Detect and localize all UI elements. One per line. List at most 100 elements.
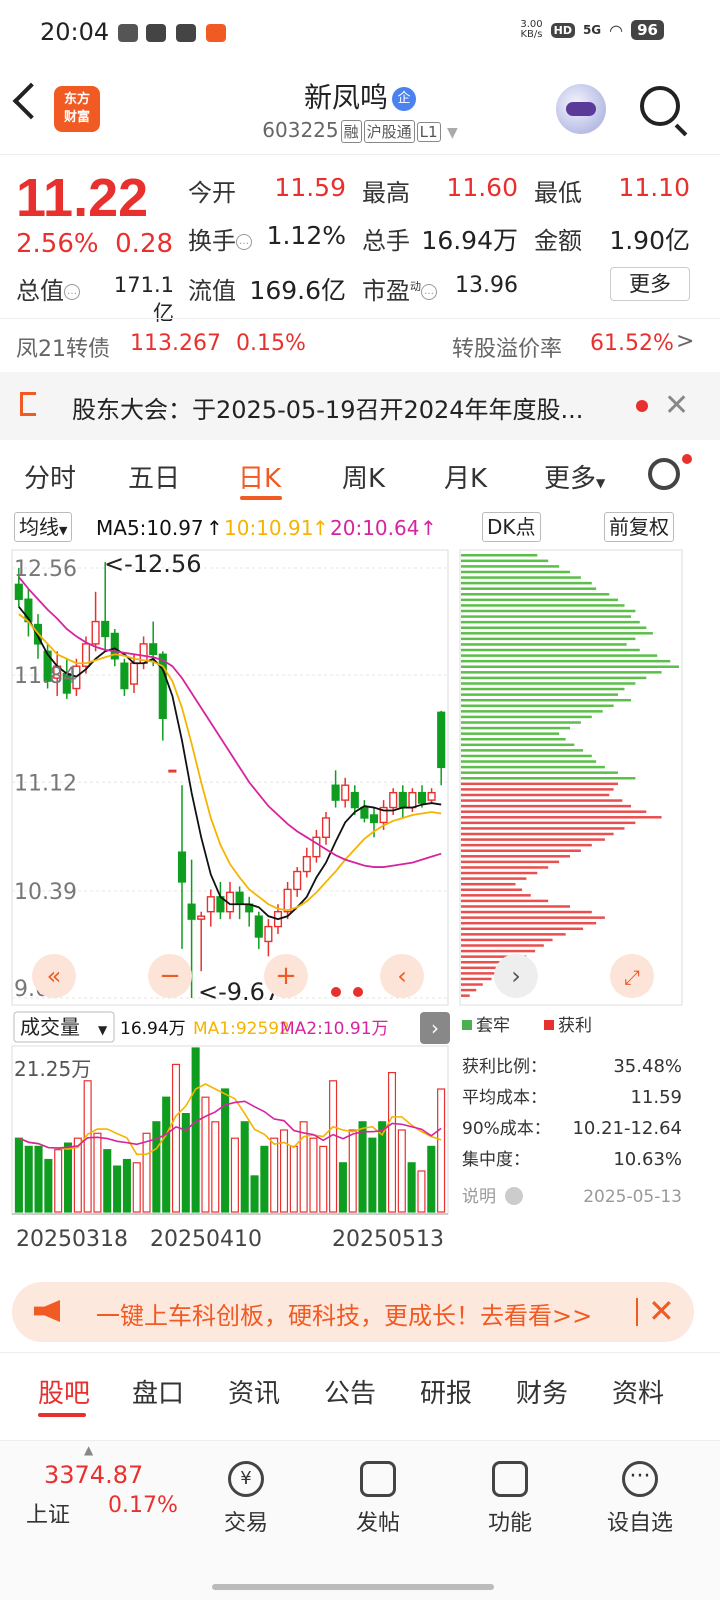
info-icon[interactable] [505,1187,523,1205]
enterprise-badge-icon: 企 [392,87,416,111]
candle-body [235,891,244,905]
tab-research[interactable]: 研报 [420,1373,472,1410]
chip-bar [461,843,592,847]
chip-bar [461,732,560,735]
notice-banner[interactable]: 股东大会：于2025-05-19召开2024年年度股... ✕ [0,372,720,440]
amount-value: 1.90亿 [609,226,690,255]
trade-label: 交易 [223,1511,268,1536]
chip-bar [461,905,570,908]
candle-body [206,896,215,913]
volume-bar [387,1071,397,1213]
candle-body [408,791,417,809]
trade-button[interactable]: ¥ 交易 [206,1461,286,1537]
ma10-value: 10:10.91 [224,516,314,540]
price-change: 2.56% 0.28 [16,229,173,259]
home-indicator[interactable] [212,1584,494,1590]
chip-bar [461,866,549,869]
active-tab-indicator [38,1413,86,1417]
chevron-right-icon: › [431,1016,439,1040]
turnover-label: 换手… [188,221,252,256]
close-icon[interactable]: ✕ [664,388,689,423]
promo-text: 一键上车科创板，硬科技，更成长！去看看>> [96,1302,593,1330]
chip-bar [461,871,538,875]
profit-ratio-value: 35.48% [613,1056,682,1077]
chip-bar [461,988,477,992]
ma-lines [18,576,442,921]
candle-body [168,769,177,773]
chip-bar [461,693,618,696]
tab-five-day[interactable]: 五日 [128,458,180,495]
promo-banner[interactable]: 一键上车科创板，硬科技，更成长！去看看>> ✕ [12,1282,694,1342]
hd-badge: HD [550,22,575,38]
convertible-bond-row[interactable]: 凤21转债 113.267 0.15% 转股溢价率 61.52% > [0,318,720,370]
chip-bar [461,581,592,585]
ma20-arrow: ↑ [420,516,437,540]
close-icon[interactable]: ✕ [648,1292,675,1330]
adjust-button[interactable]: 前复权 [604,512,674,542]
tab-monthly-k[interactable]: 月K [444,458,487,495]
index-value[interactable]: 3374.87 [44,1461,143,1489]
tab-announcements[interactable]: 公告 [324,1373,376,1410]
profit-ratio-label: 获利比例： [462,1057,547,1077]
info-icon[interactable]: … [236,234,252,250]
volume-bar [299,1121,308,1213]
trapped-legend: 套牢 [476,1016,510,1036]
bond-name: 凤21转债 [16,337,110,362]
chip-bar [461,938,553,942]
marker-dot [353,987,363,997]
tab-news[interactable]: 资讯 [228,1373,280,1410]
dk-note-label[interactable]: 说明 [462,1187,496,1207]
chip-bar [461,855,570,858]
functions-button[interactable]: 功能 [470,1461,550,1537]
tab-financials[interactable]: 财务 [516,1373,568,1410]
more-button[interactable]: 更多 [610,267,690,301]
chevron-left-icon: ‹ [397,962,407,990]
status-bar: 20:04 3.00 KB/s HD 5G ◠ 96 [0,0,720,66]
info-icon[interactable]: … [421,284,437,300]
volume-bar [162,1096,171,1213]
tab-forum[interactable]: 股吧 [38,1373,90,1410]
ma-legend-row: 均线▼ MA5:10.97 ↑ 10:10.91 ↑ 20:10.64 ↑ DK… [0,512,720,546]
watchlist-button[interactable]: ··· 设自选 [600,1461,680,1537]
unread-dot [682,454,692,464]
chip-bar [461,654,658,657]
volume-bar [427,1145,436,1213]
chip-bar [461,910,592,914]
tab-profile[interactable]: 资料 [612,1373,664,1410]
tab-weekly-k[interactable]: 周K [342,458,385,495]
chip-bar [461,771,618,774]
info-icon[interactable]: … [64,284,80,300]
indicator-select[interactable]: 均线▼ [14,512,73,542]
chip-bar [461,609,636,613]
chip-bar [461,788,614,791]
active-tab-indicator [240,496,282,500]
candle-body [437,711,446,769]
x-label-start: 20250318 [16,1227,128,1252]
tab-daily-k[interactable]: 日K [238,458,281,495]
stock-code-line[interactable]: 603225 融沪股通 L1 ▼ [0,118,720,143]
turnover-label-text: 换手 [188,227,236,255]
tab-orderbook[interactable]: 盘口 [132,1373,184,1410]
chip-bar [461,570,570,574]
status-time: 20:04 [40,18,110,46]
candle-body [187,903,196,920]
profit-swatch [544,1020,554,1030]
kline-chart[interactable]: 12.5611.8411.1210.399.67 <-12.56 <-9.67 … [0,546,720,1276]
tab-intraday[interactable]: 分时 [24,458,76,495]
pe-label: 市盈动… [362,271,437,306]
volume-bar [142,1132,151,1213]
volume-bar [329,1080,338,1213]
tab-more[interactable]: 更多▼ [544,458,605,495]
volume-bar [309,1137,318,1213]
volume-bar [132,1162,141,1213]
stock-code: 603225 [262,118,339,142]
dk-point-button[interactable]: DK点 [482,512,541,542]
post-button[interactable]: 发帖 [338,1461,418,1537]
stock-name: 新凤鸣 [303,81,388,114]
candle-body [197,915,206,920]
ai-assistant-icon[interactable] [556,84,606,134]
gear-icon[interactable] [648,458,680,490]
minus-icon: − [159,961,181,991]
chip-bar [461,804,632,808]
search-icon[interactable] [640,86,680,126]
